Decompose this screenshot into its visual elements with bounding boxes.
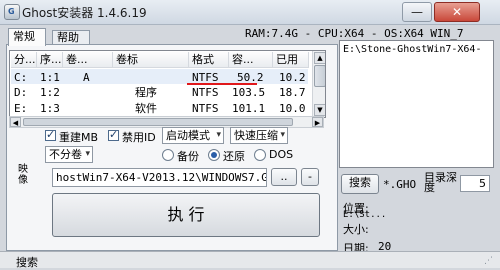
partition-table[interactable]: 分... 序... 卷... 卷标 格式 容... 已用 C: 1:1 A NT… bbox=[9, 50, 326, 118]
window-title: Ghost安装器 1.4.6.19 bbox=[22, 6, 147, 20]
table-cell: 10.0 bbox=[279, 102, 306, 115]
search-extension: *.GHO bbox=[383, 178, 417, 191]
boot-mode-select[interactable]: 启动模式 ▾ bbox=[162, 127, 224, 144]
dos-radio[interactable] bbox=[254, 149, 266, 161]
remove-image-button[interactable]: - bbox=[301, 168, 319, 186]
minimize-button[interactable]: — bbox=[402, 2, 432, 22]
close-button[interactable]: ✕ bbox=[434, 2, 480, 22]
chevron-down-icon: ▾ bbox=[280, 130, 285, 140]
table-cell: 10.2 bbox=[279, 71, 306, 84]
scroll-up-arrow-icon[interactable]: ▲ bbox=[314, 52, 325, 64]
disable-id-label[interactable]: 禁用ID bbox=[122, 129, 156, 145]
table-cell: 1:2 bbox=[40, 86, 60, 99]
scroll-thumb[interactable] bbox=[23, 118, 293, 126]
table-cell: 软件 bbox=[135, 102, 157, 115]
depth-label: 目录深度 bbox=[424, 171, 457, 194]
browse-button[interactable]: .. bbox=[271, 168, 297, 186]
boot-mode-value: 启动模式 bbox=[166, 129, 210, 142]
backup-label[interactable]: 备份 bbox=[177, 148, 199, 164]
table-cell: E: bbox=[14, 102, 28, 115]
table-cell: C: bbox=[14, 71, 28, 84]
depth-input[interactable]: 5 bbox=[460, 175, 490, 192]
image-file-list[interactable]: E:\Stone-GhostWin7-X64- bbox=[339, 40, 494, 168]
disable-id-checkbox[interactable] bbox=[108, 128, 119, 141]
image-label: 映像 bbox=[18, 164, 28, 186]
table-cell bbox=[120, 70, 186, 85]
table-vertical-scrollbar[interactable]: ▲ ▼ bbox=[312, 51, 325, 117]
scroll-left-arrow-icon[interactable]: ◀ bbox=[10, 117, 21, 127]
table-cell: 1:1 bbox=[40, 71, 60, 84]
column-header-index[interactable]: 序... bbox=[37, 52, 63, 68]
table-cell: 程序 bbox=[135, 86, 157, 99]
compression-value: 快速压缩 bbox=[234, 129, 278, 142]
tab-general[interactable]: 常规 bbox=[8, 28, 46, 46]
image-path-input[interactable]: hostWin7-X64-V2013.12\WINDOWS7.GHO bbox=[52, 168, 267, 187]
size-label: 大小: bbox=[343, 223, 369, 236]
column-header-capacity[interactable]: 容... bbox=[229, 52, 273, 68]
column-header-partition[interactable]: 分... bbox=[11, 52, 37, 68]
backup-radio[interactable] bbox=[162, 149, 174, 161]
table-cell: D: bbox=[14, 86, 28, 99]
column-header-label[interactable]: 卷标 bbox=[113, 52, 189, 68]
table-cell: A bbox=[83, 71, 90, 84]
column-header-used[interactable]: 已用 bbox=[273, 52, 309, 68]
table-cell: 1:3 bbox=[40, 102, 60, 115]
tab-help[interactable]: 帮助 bbox=[52, 30, 90, 45]
table-cell: NTFS bbox=[192, 86, 219, 99]
resize-grip-icon[interactable]: ⋰ bbox=[484, 256, 493, 266]
status-text: 搜索 bbox=[16, 256, 38, 269]
dos-label[interactable]: DOS bbox=[269, 148, 293, 161]
table-cell: 18.7 bbox=[279, 86, 306, 99]
scroll-down-arrow-icon[interactable]: ▼ bbox=[314, 104, 325, 116]
column-header-volume[interactable]: 卷... bbox=[63, 52, 113, 68]
column-header-format[interactable]: 格式 bbox=[189, 52, 229, 68]
table-cell: NTFS bbox=[192, 102, 219, 115]
table-cell bbox=[80, 101, 110, 116]
status-bar: 搜索 ⋰ bbox=[0, 251, 500, 269]
table-cell: 101.1 bbox=[232, 102, 266, 115]
ghost-app-icon: G bbox=[4, 4, 20, 20]
execute-button[interactable]: 执 行 bbox=[52, 193, 320, 237]
system-info: RAM:7.4G - CPU:X64 - OS:X64 WIN_7 bbox=[245, 27, 464, 40]
table-cell bbox=[80, 85, 110, 100]
rebuild-mbr-label[interactable]: 重建MB bbox=[59, 129, 98, 145]
location-value: E:\St... bbox=[343, 210, 387, 220]
scroll-right-arrow-icon[interactable]: ▶ bbox=[312, 117, 323, 127]
split-volume-value: 不分卷 bbox=[49, 148, 82, 161]
list-item[interactable]: E:\Stone-GhostWin7-X64- bbox=[343, 44, 481, 55]
table-cell: 103.5 bbox=[232, 86, 266, 99]
rebuild-mbr-checkbox[interactable] bbox=[45, 128, 56, 141]
chevron-down-icon: ▾ bbox=[216, 130, 221, 140]
highlight-underline bbox=[187, 83, 257, 85]
chevron-down-icon: ▾ bbox=[85, 149, 90, 159]
scroll-thumb[interactable] bbox=[314, 65, 325, 87]
search-button[interactable]: 搜索 bbox=[341, 174, 379, 194]
compression-select[interactable]: 快速压缩 ▾ bbox=[230, 127, 288, 144]
split-volume-select[interactable]: 不分卷 ▾ bbox=[45, 146, 93, 163]
restore-radio[interactable] bbox=[208, 149, 220, 161]
restore-label[interactable]: 还原 bbox=[223, 148, 245, 164]
